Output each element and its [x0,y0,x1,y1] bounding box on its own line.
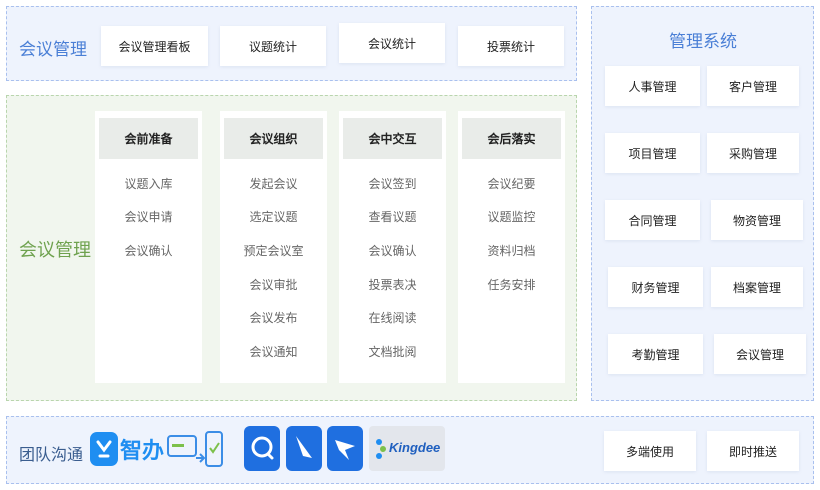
system-item-customer[interactable]: 客户管理 [707,66,799,106]
column-item[interactable]: 资料归档 [458,242,565,259]
bottom-panel-title: 团队沟通 [19,445,84,464]
column-item[interactable]: 预定会议室 [220,242,327,259]
column-item[interactable]: 文档批阅 [339,343,446,360]
top-item-dashboard[interactable]: 会议管理看板 [101,26,208,66]
multi-device-button[interactable]: 多端使用 [604,431,696,471]
middle-panel-title: 会议管理 [19,240,91,261]
top-item-vote-stats[interactable]: 投票统计 [458,26,564,66]
column-item[interactable]: 会议确认 [339,242,446,259]
system-item-meeting[interactable]: 会议管理 [714,334,806,374]
kingdee-label: Kingdee [389,440,441,455]
column-head: 会前准备 [99,118,198,159]
qq-chat-icon [244,426,280,471]
system-item-materials[interactable]: 物资管理 [711,200,803,240]
column-item[interactable]: 任务安排 [458,276,565,293]
column-head: 会后落实 [462,118,561,159]
system-item-contract[interactable]: 合同管理 [605,200,700,240]
system-item-finance[interactable]: 财务管理 [608,267,703,307]
column-in-meeting: 会中交互 会议签到 查看议题 会议确认 投票表决 在线阅读 文档批阅 [339,111,446,383]
system-item-attendance[interactable]: 考勤管理 [608,334,703,374]
column-item[interactable]: 会议申请 [95,208,202,225]
system-item-archive[interactable]: 档案管理 [711,267,803,307]
zhiban-logo-icon [90,432,118,466]
column-organize: 会议组织 发起会议 选定议题 预定会议室 会议审批 会议发布 会议通知 [220,111,327,383]
column-head: 会中交互 [343,118,442,159]
column-item[interactable]: 投票表决 [339,276,446,293]
column-item[interactable]: 会议审批 [220,276,327,293]
column-item[interactable]: 会议签到 [339,175,446,192]
top-panel-title: 会议管理 [19,40,87,60]
column-item[interactable]: 会议通知 [220,343,327,360]
dingtalk-icon [327,426,363,471]
column-item[interactable]: 选定议题 [220,208,327,225]
column-item[interactable]: 在线阅读 [339,309,446,326]
top-item-meeting-stats[interactable]: 会议统计 [339,23,445,63]
column-item[interactable]: 会议确认 [95,242,202,259]
column-head: 会议组织 [224,118,323,159]
column-post-meeting: 会后落实 会议纪要 议题监控 资料归档 任务安排 [458,111,565,383]
sync-devices-icon [166,430,226,470]
system-item-purchase[interactable]: 采购管理 [707,133,799,173]
column-item[interactable]: 会议纪要 [458,175,565,192]
column-item[interactable]: 会议发布 [220,309,327,326]
zhiban-label: 智办 [120,439,165,464]
column-pre-meeting: 会前准备 议题入库 会议申请 会议确认 [95,111,202,383]
system-item-hr[interactable]: 人事管理 [605,66,700,106]
feishu-icon [286,426,322,471]
instant-push-button[interactable]: 即时推送 [707,431,799,471]
column-item[interactable]: 议题监控 [458,208,565,225]
system-item-project[interactable]: 项目管理 [605,133,700,173]
column-item[interactable]: 议题入库 [95,175,202,192]
system-panel-title: 管理系统 [669,32,737,52]
kingdee-logo: Kingdee [369,426,445,471]
column-item[interactable]: 查看议题 [339,208,446,225]
column-item[interactable]: 发起会议 [220,175,327,192]
top-item-topic-stats[interactable]: 议题统计 [220,26,326,66]
